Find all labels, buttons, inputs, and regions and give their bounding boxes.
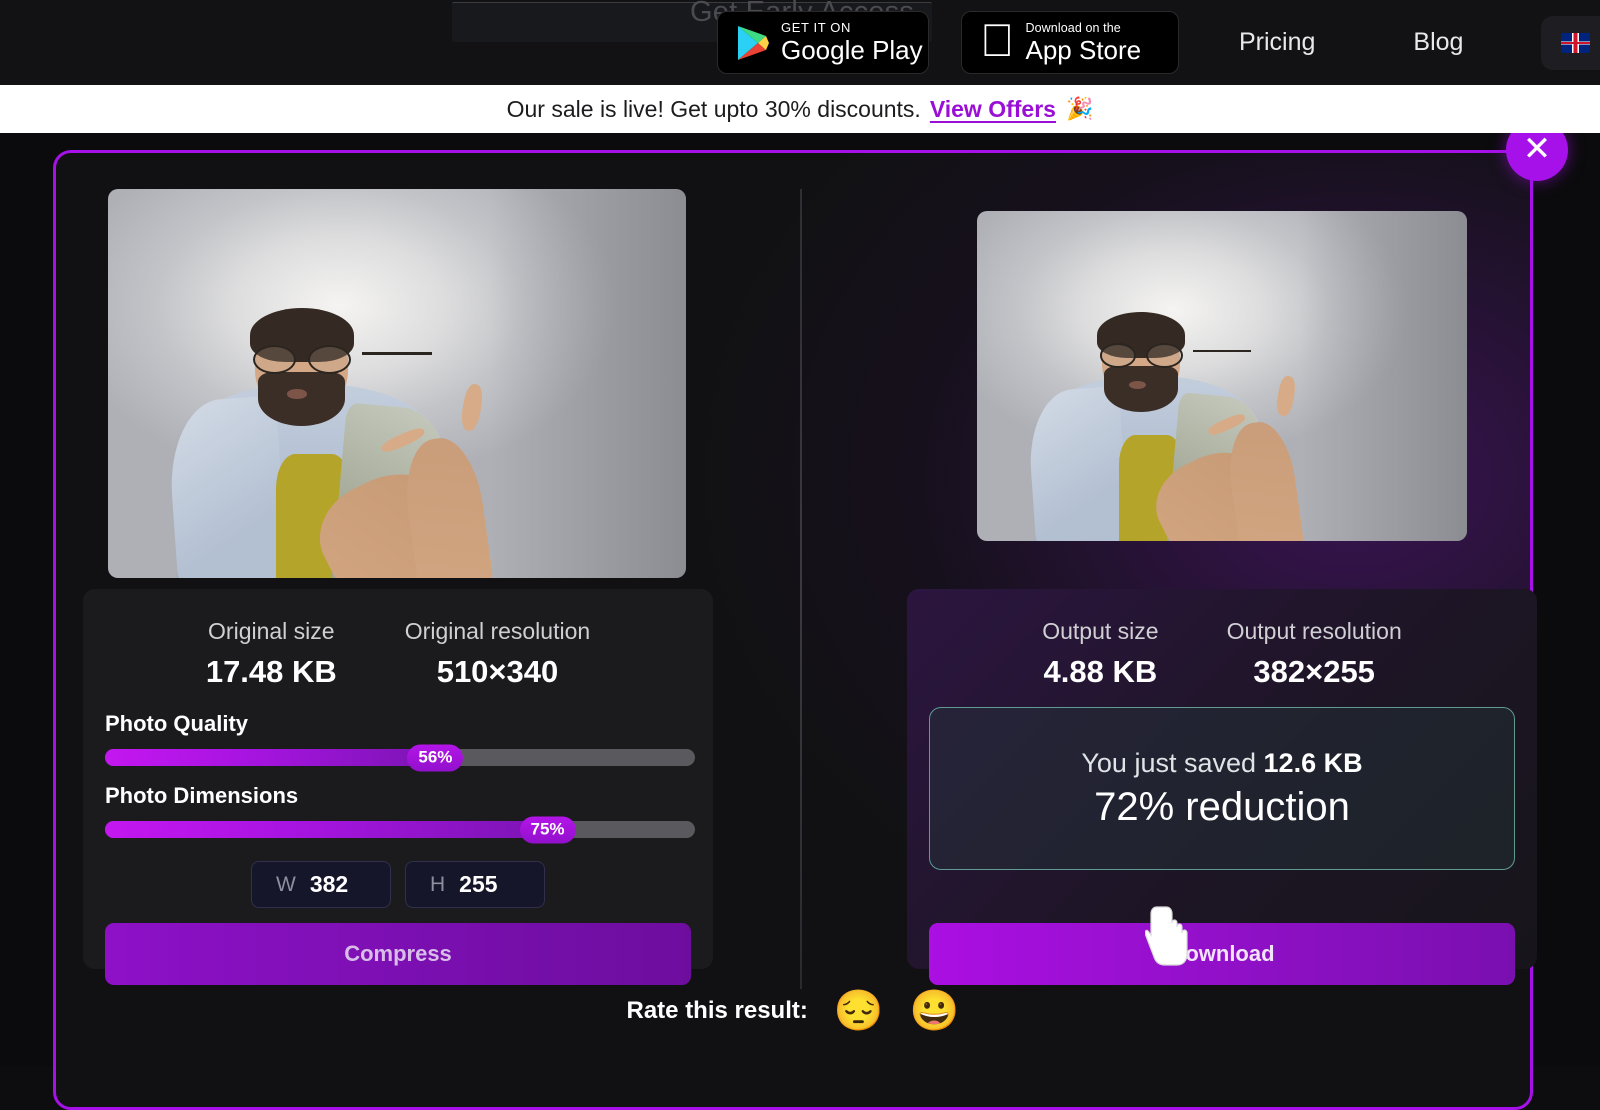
original-image-preview [108,189,686,578]
original-resolution-label: Original resolution [404,618,591,644]
photo-quality-label: Photo Quality [105,711,248,736]
photo-illustration [977,211,1467,541]
compression-result-modal: ✕ Original size 17.48 KB Original resolu… [53,119,1568,1110]
uk-flag-icon [1561,32,1591,53]
output-resolution-label: Output resolution [1226,618,1402,644]
savings-summary-box: You just saved 12.6 KB 72% reduction [929,707,1515,870]
language-selector[interactable]: English [1541,15,1600,70]
saved-amount-value: 12.6 KB [1263,747,1363,778]
rating-row: Rate this result: 😔 😀 [56,991,1530,1031]
top-navigation-bar: Get Early Access GET IT ON Google Play … [0,0,1600,85]
output-size-stat: Output size 4.88 KB [1042,617,1158,690]
saved-prefix-text: You just saved [1081,747,1264,778]
original-info-card: Original size 17.48 KB Original resoluti… [83,589,713,985]
badge-top-line: Download on the [991,21,1121,36]
width-key-label: W [276,872,296,896]
photo-dimensions-slider-fill [105,821,548,838]
height-input[interactable]: H 255 [405,861,545,908]
compress-button[interactable]: Compress [105,923,691,985]
photo-dimensions-slider-thumb[interactable]: 75% [519,816,576,843]
nav-link-blog[interactable]: Blog [1395,28,1481,57]
download-button[interactable]: Download [929,923,1515,985]
compressed-image-preview [977,211,1467,541]
height-key-label: H [430,872,446,896]
photo-quality-slider-group: Photo Quality 56% [105,711,695,771]
app-store-badge[interactable]:  Download on the App Store [961,11,1179,74]
badge-bottom-line: App Store [991,34,1142,65]
output-resolution-value: 382×255 [1253,653,1375,689]
google-play-icon [736,24,770,62]
google-play-text: GET IT ON Google Play [781,19,923,65]
output-stats-row: Output size 4.88 KB Output resolution 38… [907,617,1537,690]
dimension-inputs-row: W 382 H 255 [83,861,713,908]
photo-quality-slider[interactable]: 56% [105,744,695,771]
app-store-text: Download on the App Store [1026,21,1142,63]
nav-items-container: GET IT ON Google Play  Download on the … [680,0,1600,85]
party-popper-icon: 🎉 [1065,96,1094,121]
original-stats-row: Original size 17.48 KB Original resoluti… [83,617,713,690]
output-resolution-stat: Output resolution 382×255 [1227,617,1402,690]
reduction-percentage: 72% reduction [1094,784,1350,829]
photo-dimensions-slider[interactable]: 75% [105,816,695,843]
photo-quality-slider-thumb[interactable]: 56% [407,744,464,771]
width-input[interactable]: W 382 [251,861,391,908]
promo-banner: Our sale is live! Get upto 30% discounts… [0,85,1600,133]
height-value: 255 [459,871,498,897]
photo-quality-slider-fill [105,749,436,766]
nav-link-pricing[interactable]: Pricing [1221,28,1333,57]
output-size-label: Output size [1042,618,1159,644]
google-play-badge[interactable]: GET IT ON Google Play [717,11,929,74]
rate-this-result-label: Rate this result: [626,997,808,1024]
happy-face-rating-button[interactable]: 😀 [910,991,960,1031]
output-size-value: 4.88 KB [1043,653,1158,689]
view-offers-link[interactable]: View Offers [930,96,1056,123]
panel-divider [800,189,802,989]
original-size-label: Original size [208,618,335,644]
original-size-stat: Original size 17.48 KB [206,617,337,690]
original-resolution-value: 510×340 [436,653,559,689]
close-icon: ✕ [1522,129,1552,168]
sad-face-rating-button[interactable]: 😔 [834,991,884,1031]
width-value: 382 [309,871,349,897]
output-info-card: Output size 4.88 KB Output resolution 38… [907,589,1537,985]
apple-logo-icon:  [980,17,1015,63]
badge-top-line: GET IT ON [781,19,851,35]
photo-illustration [108,189,686,578]
original-resolution-stat: Original resolution 510×340 [405,617,590,690]
promo-text: Our sale is live! Get upto 30% discounts… [506,95,921,122]
original-size-value: 17.48 KB [205,653,337,689]
photo-dimensions-label: Photo Dimensions [105,783,299,808]
saved-amount-line: You just saved 12.6 KB [1081,748,1362,779]
photo-dimensions-slider-group: Photo Dimensions 75% [105,783,695,843]
badge-bottom-line: Google Play [781,34,923,65]
